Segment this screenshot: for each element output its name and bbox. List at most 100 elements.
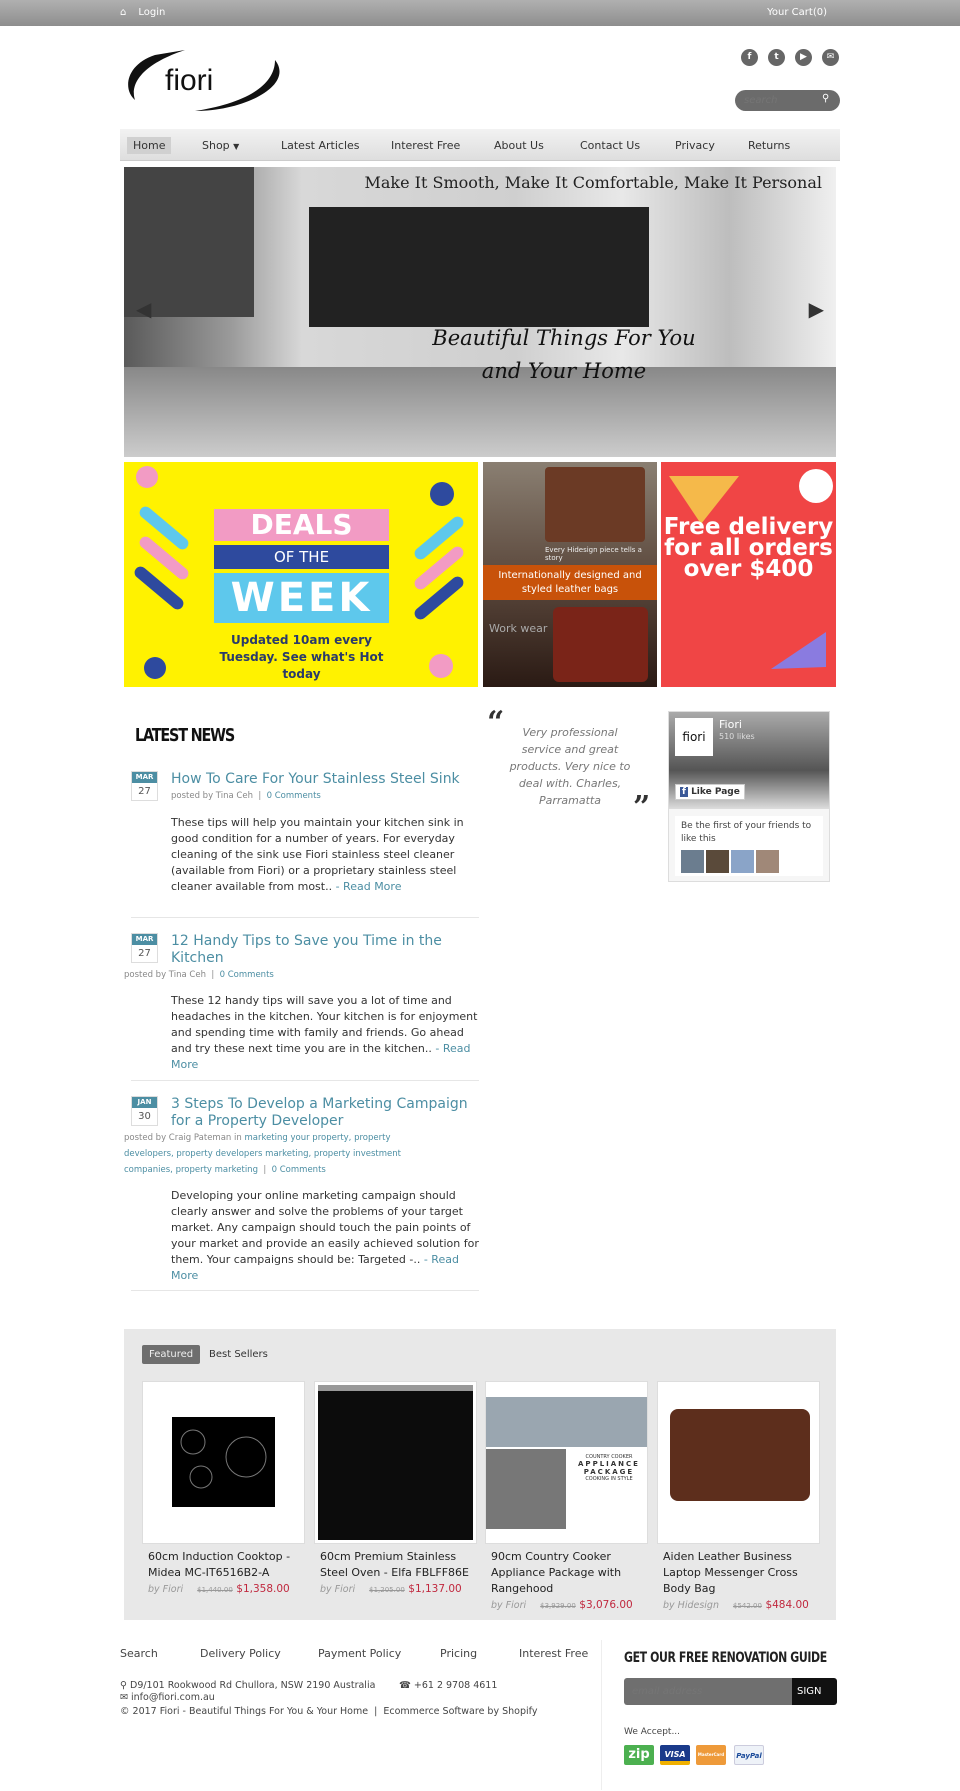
excerpt-text: These 12 handy tips will save you a lot … [171, 994, 478, 1055]
facebook-like-button[interactable]: f Like Page [675, 784, 745, 800]
hero-tagline: Make It Smooth, Make It Comfortable, Mak… [364, 173, 822, 192]
post-title[interactable]: How To Care For Your Stainless Steel Sin… [171, 771, 481, 788]
nav-home[interactable]: Home [127, 137, 172, 154]
email-text[interactable]: info@fiori.com.au [131, 1692, 215, 1703]
divider [131, 1080, 479, 1081]
free-delivery-banner[interactable]: Free delivery for all orders over $400 [661, 462, 836, 687]
prev-arrow-icon[interactable]: ◀ [136, 297, 151, 321]
home-icon[interactable]: ⌂ [120, 7, 126, 18]
footer-link-delivery[interactable]: Delivery Policy [200, 1647, 281, 1660]
leather-bags-banner[interactable]: Every Hidesign piece tells a story Inter… [483, 462, 657, 687]
next-arrow-icon[interactable]: ▶ [809, 297, 824, 321]
nav-privacy[interactable]: Privacy [669, 137, 721, 154]
tab-best-sellers[interactable]: Best Sellers [202, 1345, 275, 1364]
post-meta: posted by Tina Ceh | 0 Comments [124, 970, 274, 980]
shopify-link[interactable]: Ecommerce Software by Shopify [383, 1706, 537, 1717]
cart-link[interactable]: Your Cart(0) [767, 7, 827, 18]
facebook-page-name[interactable]: Fiori [719, 718, 742, 731]
compare-price: $542.00 [732, 1602, 762, 1610]
footer-link-interest-free[interactable]: Interest Free [519, 1647, 588, 1660]
deals-of-week-banner[interactable]: DEALS OF THE WEEK Updated 10am every Tue… [124, 462, 478, 687]
compare-price: $1,440.00 [197, 1586, 233, 1594]
product-image-bag[interactable] [657, 1381, 820, 1544]
product-name[interactable]: 60cm Premium Stainless Steel Oven - Elfa… [320, 1549, 480, 1581]
friend-avatar[interactable] [706, 850, 729, 873]
decor [430, 482, 454, 506]
product-vendor: by Fiori [320, 1584, 356, 1595]
compare-price: $1,205.00 [369, 1586, 405, 1594]
footer-link-pricing[interactable]: Pricing [440, 1647, 477, 1660]
caret-down-icon: ▼ [233, 142, 240, 151]
product-price: $484.00 [765, 1599, 809, 1611]
sign-up-button[interactable]: SIGN UP [792, 1678, 837, 1724]
product-info: Aiden Leather Business Laptop Messenger … [663, 1549, 823, 1614]
youtube-icon[interactable]: ▶ [795, 49, 812, 66]
comments-link[interactable]: 0 Comments [272, 1165, 326, 1175]
login-link[interactable]: Login [138, 7, 165, 18]
decor [429, 654, 453, 678]
nav-interest-free[interactable]: Interest Free [385, 137, 466, 154]
post-month: MAR [132, 772, 157, 783]
paypal-icon: PayPal [734, 1745, 764, 1765]
deals-subtext: Updated 10am every Tuesday. See what's H… [219, 633, 384, 681]
comments-link[interactable]: 0 Comments [220, 970, 274, 980]
decor [136, 466, 158, 488]
hero-slider[interactable]: Make It Smooth, Make It Comfortable, Mak… [124, 167, 836, 457]
facebook-icon[interactable]: f [741, 49, 758, 66]
nav-returns[interactable]: Returns [742, 137, 796, 154]
footer-link-payment[interactable]: Payment Policy [318, 1647, 401, 1660]
like-label: Like Page [691, 787, 740, 797]
product-price: $3,076.00 [579, 1599, 633, 1611]
fiori-logo[interactable]: fiori [125, 45, 290, 113]
bag-image [670, 1409, 810, 1501]
nav-contact-us[interactable]: Contact Us [574, 137, 646, 154]
copyright-text: © 2017 Fiori - Beautiful Things For You … [120, 1706, 369, 1717]
email-icon[interactable]: ✉ [822, 49, 839, 66]
envelope-icon: ✉ [120, 1692, 128, 1703]
hero-headline: Beautiful Things For You and Your Home [432, 326, 696, 383]
of-the-text: OF THE [214, 545, 389, 569]
leather-band-text: Internationally designed and styled leat… [483, 565, 657, 600]
post-day: 27 [138, 786, 151, 797]
free-delivery-text: Free delivery for all orders over $400 [663, 514, 834, 582]
product-vendor: by Hidesign [663, 1600, 719, 1611]
comments-link[interactable]: 0 Comments [267, 791, 321, 801]
post-title[interactable]: 12 Handy Tips to Save you Time in the Ki… [171, 933, 481, 967]
compare-price: $3,929.00 [540, 1602, 576, 1610]
bag-image [553, 607, 648, 682]
kitchen-photo [486, 1397, 647, 1447]
product-price: $1,137.00 [408, 1583, 462, 1595]
post-title[interactable]: 3 Steps To Develop a Marketing Campaign … [171, 1096, 481, 1130]
twitter-icon[interactable]: t [768, 49, 785, 66]
package-text: COUNTRY COOKER APPLIANCE PACKAGE COOKING I… [570, 1454, 647, 1482]
product-name[interactable]: Aiden Leather Business Laptop Messenger … [663, 1549, 823, 1597]
product-image-package[interactable]: COUNTRY COOKER APPLIANCE PACKAGE COOKING I… [485, 1381, 648, 1544]
decor [144, 657, 166, 679]
friend-avatar[interactable] [731, 850, 754, 873]
top-bar: ⌂ Login Your Cart(0) [0, 0, 960, 26]
product-vendor: by Fiori [148, 1584, 184, 1595]
search-icon[interactable]: ⚲ [822, 93, 829, 104]
product-name[interactable]: 60cm Induction Cooktop - Midea MC-IT6516… [148, 1549, 308, 1581]
excerpt-text: These tips will help you maintain your k… [171, 816, 464, 893]
close-quote-icon: ” [633, 790, 651, 825]
friend-avatar[interactable] [681, 850, 704, 873]
product-image-oven[interactable] [314, 1381, 477, 1544]
open-quote-icon: “ [487, 705, 505, 740]
post-excerpt: Developing your online marketing campaig… [171, 1188, 479, 1284]
divider [131, 917, 479, 918]
nav-about-us[interactable]: About Us [488, 137, 550, 154]
footer-link-search[interactable]: Search [120, 1647, 158, 1660]
newsletter-email-input[interactable] [624, 1678, 792, 1705]
nav-latest-articles[interactable]: Latest Articles [275, 137, 366, 154]
product-name[interactable]: 90cm Country Cooker Appliance Package wi… [491, 1549, 651, 1597]
tab-featured[interactable]: Featured [142, 1345, 201, 1364]
product-image-cooktop[interactable] [142, 1381, 305, 1544]
read-more-link[interactable]: - Read More [336, 880, 402, 893]
facebook-page-logo[interactable]: fiori [675, 718, 713, 756]
post-month: MAR [132, 934, 157, 945]
friend-avatar[interactable] [756, 850, 779, 873]
nav-shop[interactable]: Shop ▼ [196, 137, 245, 154]
bag-image [545, 467, 645, 542]
post-date: MAR 27 [131, 771, 158, 801]
